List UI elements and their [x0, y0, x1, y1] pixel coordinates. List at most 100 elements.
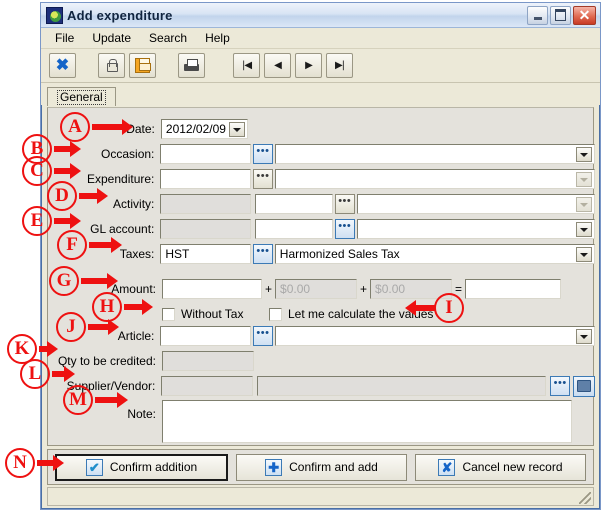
save-button[interactable] — [129, 53, 156, 78]
gl-account-row: GL account: ••• — [48, 219, 595, 239]
article-row: Article: ••• — [48, 326, 595, 346]
activity-code-field[interactable] — [160, 194, 252, 214]
occasion-label: Occasion: — [101, 147, 155, 161]
let-me-calculate-checkbox[interactable]: Let me calculate the values — [269, 307, 433, 321]
amount-row: Amount: + $0.00 + $0.00 = — [48, 279, 595, 299]
skip-first-icon: |◀ — [241, 60, 252, 71]
padlock-icon — [106, 59, 118, 72]
chevron-down-icon[interactable] — [576, 172, 592, 187]
gl-account-field[interactable] — [255, 219, 333, 239]
without-tax-label: Without Tax — [181, 307, 244, 321]
previous-record-button[interactable]: ◀ — [264, 53, 291, 78]
occasion-field[interactable] — [160, 144, 252, 164]
chevron-down-icon[interactable] — [576, 222, 592, 237]
activity-description-field[interactable] — [356, 194, 595, 214]
activity-lookup-button[interactable]: ••• — [334, 194, 355, 214]
date-field[interactable]: 2012/02/09 — [160, 119, 248, 139]
annotation-k: K — [7, 334, 37, 364]
amount-total-value — [466, 280, 560, 282]
article-description-field[interactable] — [274, 326, 595, 346]
supplier-vendor-label: Supplier/Vendor: — [66, 379, 156, 393]
last-record-button[interactable]: ▶| — [326, 53, 353, 78]
menu-item-help[interactable]: Help — [197, 29, 238, 47]
confirm-and-add-button[interactable]: ✚ Confirm and add — [236, 453, 407, 481]
expenditure-description-field[interactable] — [274, 169, 595, 189]
expenditure-field[interactable] — [160, 169, 252, 189]
supplier-vendor-card-button[interactable] — [573, 375, 595, 397]
chevron-down-icon[interactable] — [576, 197, 592, 212]
taxes-label: Taxes: — [119, 247, 155, 261]
note-field[interactable] — [162, 400, 572, 443]
chevron-down-icon[interactable] — [576, 147, 592, 162]
article-lookup-button[interactable]: ••• — [253, 326, 273, 346]
next-record-button[interactable]: ▶ — [295, 53, 322, 78]
occasion-description-field[interactable] — [274, 144, 595, 164]
screenshot-root: Add expenditure ✕ File Update Search Hel… — [0, 0, 603, 515]
let-me-calculate-label: Let me calculate the values — [288, 307, 434, 321]
toolbar: ✖ |◀ ◀ ▶ ▶| — [41, 49, 600, 83]
tax1-placeholder: $0.00 — [280, 282, 311, 296]
previous-icon: ◀ — [274, 60, 282, 71]
date-row: Date: 2012/02/09 — [48, 119, 248, 139]
plus-icon: ✚ — [265, 458, 283, 476]
menu-item-search[interactable]: Search — [141, 29, 195, 47]
chevron-down-icon[interactable] — [229, 122, 245, 137]
checkbox-icon — [162, 307, 175, 321]
minimize-button[interactable] — [527, 5, 548, 25]
gl-account-lookup-button[interactable]: ••• — [334, 219, 355, 239]
occasion-value — [161, 145, 250, 147]
cancel-new-record-button[interactable]: ✘ Cancel new record — [415, 453, 586, 481]
close-button[interactable]: ✕ — [573, 5, 596, 25]
taxes-lookup-button[interactable]: ••• — [253, 244, 273, 264]
supplier-vendor-value — [258, 377, 545, 379]
tab-general[interactable]: General — [47, 87, 116, 106]
taxes-value: HST — [165, 247, 190, 261]
lock-button[interactable] — [98, 53, 125, 78]
supplier-vendor-field[interactable] — [256, 376, 547, 396]
menu-bar: File Update Search Help — [41, 28, 600, 49]
without-tax-row: Without Tax — [162, 304, 243, 324]
article-field[interactable] — [160, 326, 252, 346]
supplier-vendor-row: Supplier/Vendor: ••• — [48, 375, 595, 397]
activity-value — [256, 195, 332, 197]
amount-plus2-label: + — [360, 282, 368, 296]
taxes-description-field[interactable]: Harmonized Sales Tax — [274, 244, 595, 264]
x-icon: ✘ — [438, 458, 456, 476]
action-button-bar: ✔ Confirm addition ✚ Confirm and add ✘ C… — [47, 449, 594, 485]
gl-account-code-field[interactable] — [160, 219, 252, 239]
tax1-field[interactable]: $0.00 — [275, 279, 358, 299]
supplier-vendor-code-field[interactable] — [161, 376, 253, 396]
tab-strip: General — [41, 83, 600, 106]
supplier-vendor-lookup-button[interactable]: ••• — [550, 376, 571, 396]
maximize-button[interactable] — [550, 5, 571, 25]
chevron-down-icon[interactable] — [576, 329, 592, 344]
window-title: Add expenditure — [67, 7, 173, 23]
activity-row: Activity: ••• — [48, 194, 595, 214]
without-tax-checkbox[interactable]: Without Tax — [162, 307, 243, 321]
expenditure-value — [161, 170, 250, 172]
chevron-down-icon[interactable] — [576, 247, 592, 262]
amount-field[interactable] — [162, 279, 262, 299]
menu-item-update[interactable]: Update — [84, 29, 139, 47]
close-record-button[interactable]: ✖ — [49, 53, 76, 78]
amount-total-field[interactable] — [465, 279, 562, 299]
tax2-field[interactable]: $0.00 — [370, 279, 453, 299]
taxes-field[interactable]: HST — [160, 244, 252, 264]
cancel-new-record-label: Cancel new record — [462, 460, 563, 474]
print-button[interactable] — [178, 53, 205, 78]
gl-account-description-field[interactable] — [356, 219, 595, 239]
occasion-lookup-button[interactable]: ••• — [253, 144, 273, 164]
article-label: Article: — [117, 329, 155, 343]
title-bar: Add expenditure ✕ — [41, 3, 600, 28]
qty-to-be-credited-field[interactable] — [162, 351, 254, 371]
activity-field[interactable] — [255, 194, 333, 214]
first-record-button[interactable]: |◀ — [233, 53, 260, 78]
status-bar — [47, 487, 594, 506]
expenditure-lookup-button[interactable]: ••• — [253, 169, 273, 189]
confirm-addition-button[interactable]: ✔ Confirm addition — [55, 453, 228, 481]
gl-account-label: GL account: — [90, 222, 155, 236]
tax2-placeholder: $0.00 — [375, 282, 406, 296]
menu-item-file[interactable]: File — [47, 29, 82, 47]
resize-grip-icon[interactable] — [579, 492, 591, 504]
gl-account-description-value — [358, 220, 594, 222]
